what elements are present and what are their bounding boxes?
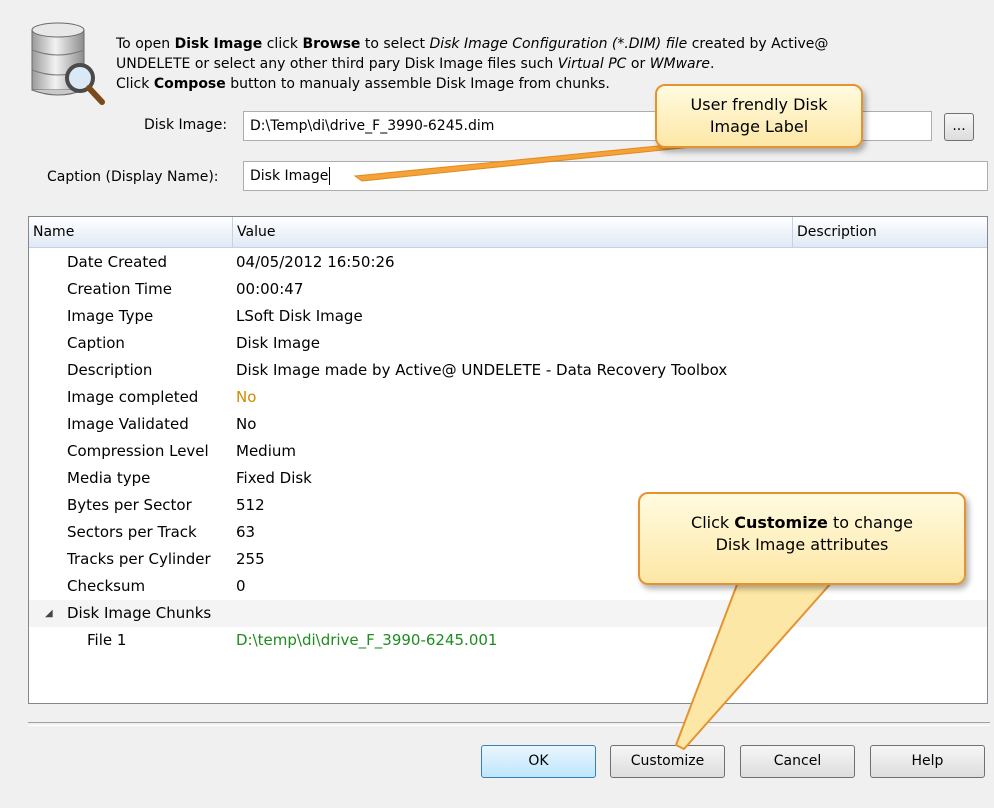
browse-button[interactable]: ...: [944, 113, 974, 141]
row-name: Tracks per Cylinder: [67, 550, 211, 568]
row-name: Image Type: [67, 307, 154, 325]
column-header-description[interactable]: Description: [792, 217, 987, 247]
customize-callout: Click Customize to change Disk Image att…: [638, 492, 966, 585]
disk-image-label: Disk Image:: [144, 117, 228, 133]
row-name: Date Created: [67, 253, 167, 271]
row-value: Disk Image: [236, 334, 320, 352]
group-name: Disk Image Chunks: [67, 604, 212, 622]
row-name: Image completed: [67, 388, 199, 406]
row-value: 04/05/2012 16:50:26: [236, 253, 395, 271]
row-name: Caption: [67, 334, 125, 352]
label-callout: User frendly Disk Image Label: [655, 84, 863, 148]
row-value: 255: [236, 550, 265, 568]
row-value: Disk Image made by Active@ UNDELETE - Da…: [236, 361, 728, 379]
disk-image-dialog: To open Disk Image click Browse to selec…: [0, 0, 994, 808]
row-name: Bytes per Sector: [67, 496, 192, 514]
table-row[interactable]: Compression Level Medium: [29, 438, 987, 465]
table-row[interactable]: Date Created 04/05/2012 16:50:26: [29, 249, 987, 276]
grid-rows: Date Created 04/05/2012 16:50:26 Creation…: [29, 249, 987, 654]
row-name: Creation Time: [67, 280, 172, 298]
row-name: Media type: [67, 469, 151, 487]
label-callout-line1: User frendly Disk: [690, 95, 828, 114]
ok-button[interactable]: OK: [481, 745, 596, 778]
triangle-expanded-icon[interactable]: ◢: [45, 600, 53, 627]
row-value: 63: [236, 523, 256, 541]
footer-divider: [28, 722, 990, 726]
table-row[interactable]: Image Validated No: [29, 411, 987, 438]
table-row[interactable]: Image Type LSoft Disk Image: [29, 303, 987, 330]
row-value: Fixed Disk: [236, 469, 312, 487]
row-value: 0: [236, 577, 246, 595]
cancel-button[interactable]: Cancel: [740, 745, 855, 778]
row-value: No: [236, 415, 257, 433]
row-value-warning: No: [236, 388, 257, 406]
customize-callout-line2: Disk Image attributes: [715, 535, 889, 554]
text-caret: [329, 167, 331, 185]
table-row[interactable]: Creation Time 00:00:47: [29, 276, 987, 303]
chunk-name: File 1: [87, 631, 127, 649]
row-value: 512: [236, 496, 265, 514]
caption-input[interactable]: Disk Image: [243, 161, 988, 191]
row-name: Checksum: [67, 577, 146, 595]
database-search-icon: [31, 22, 105, 105]
row-value: Medium: [236, 442, 296, 460]
caption-label: Caption (Display Name):: [47, 169, 219, 185]
row-value: 00:00:47: [236, 280, 304, 298]
caption-value: Disk Image: [250, 168, 329, 184]
row-value: LSoft Disk Image: [236, 307, 363, 325]
group-row-disk-image-chunks[interactable]: ◢ Disk Image Chunks: [29, 600, 987, 627]
chunk-path: D:\temp\di\drive_F_3990-6245.001: [236, 631, 498, 649]
row-name: Description: [67, 361, 153, 379]
table-row[interactable]: Description Disk Image made by Active@ UN…: [29, 357, 987, 384]
properties-grid[interactable]: Name Value Description Date Created 04/05…: [28, 216, 988, 704]
chunk-row[interactable]: File 1 D:\temp\di\drive_F_3990-6245.001: [29, 627, 987, 654]
row-name: Compression Level: [67, 442, 209, 460]
column-header-value[interactable]: Value: [232, 217, 792, 247]
table-row[interactable]: Media type Fixed Disk: [29, 465, 987, 492]
customize-button[interactable]: Customize: [610, 745, 725, 778]
column-header-name[interactable]: Name: [29, 217, 232, 247]
table-row[interactable]: Image completed No: [29, 384, 987, 411]
label-callout-line2: Image Label: [709, 117, 809, 136]
row-name: Sectors per Track: [67, 523, 197, 541]
table-row[interactable]: Caption Disk Image: [29, 330, 987, 357]
help-button[interactable]: Help: [870, 745, 985, 778]
grid-header: Name Value Description: [29, 217, 987, 248]
row-name: Image Validated: [67, 415, 189, 433]
